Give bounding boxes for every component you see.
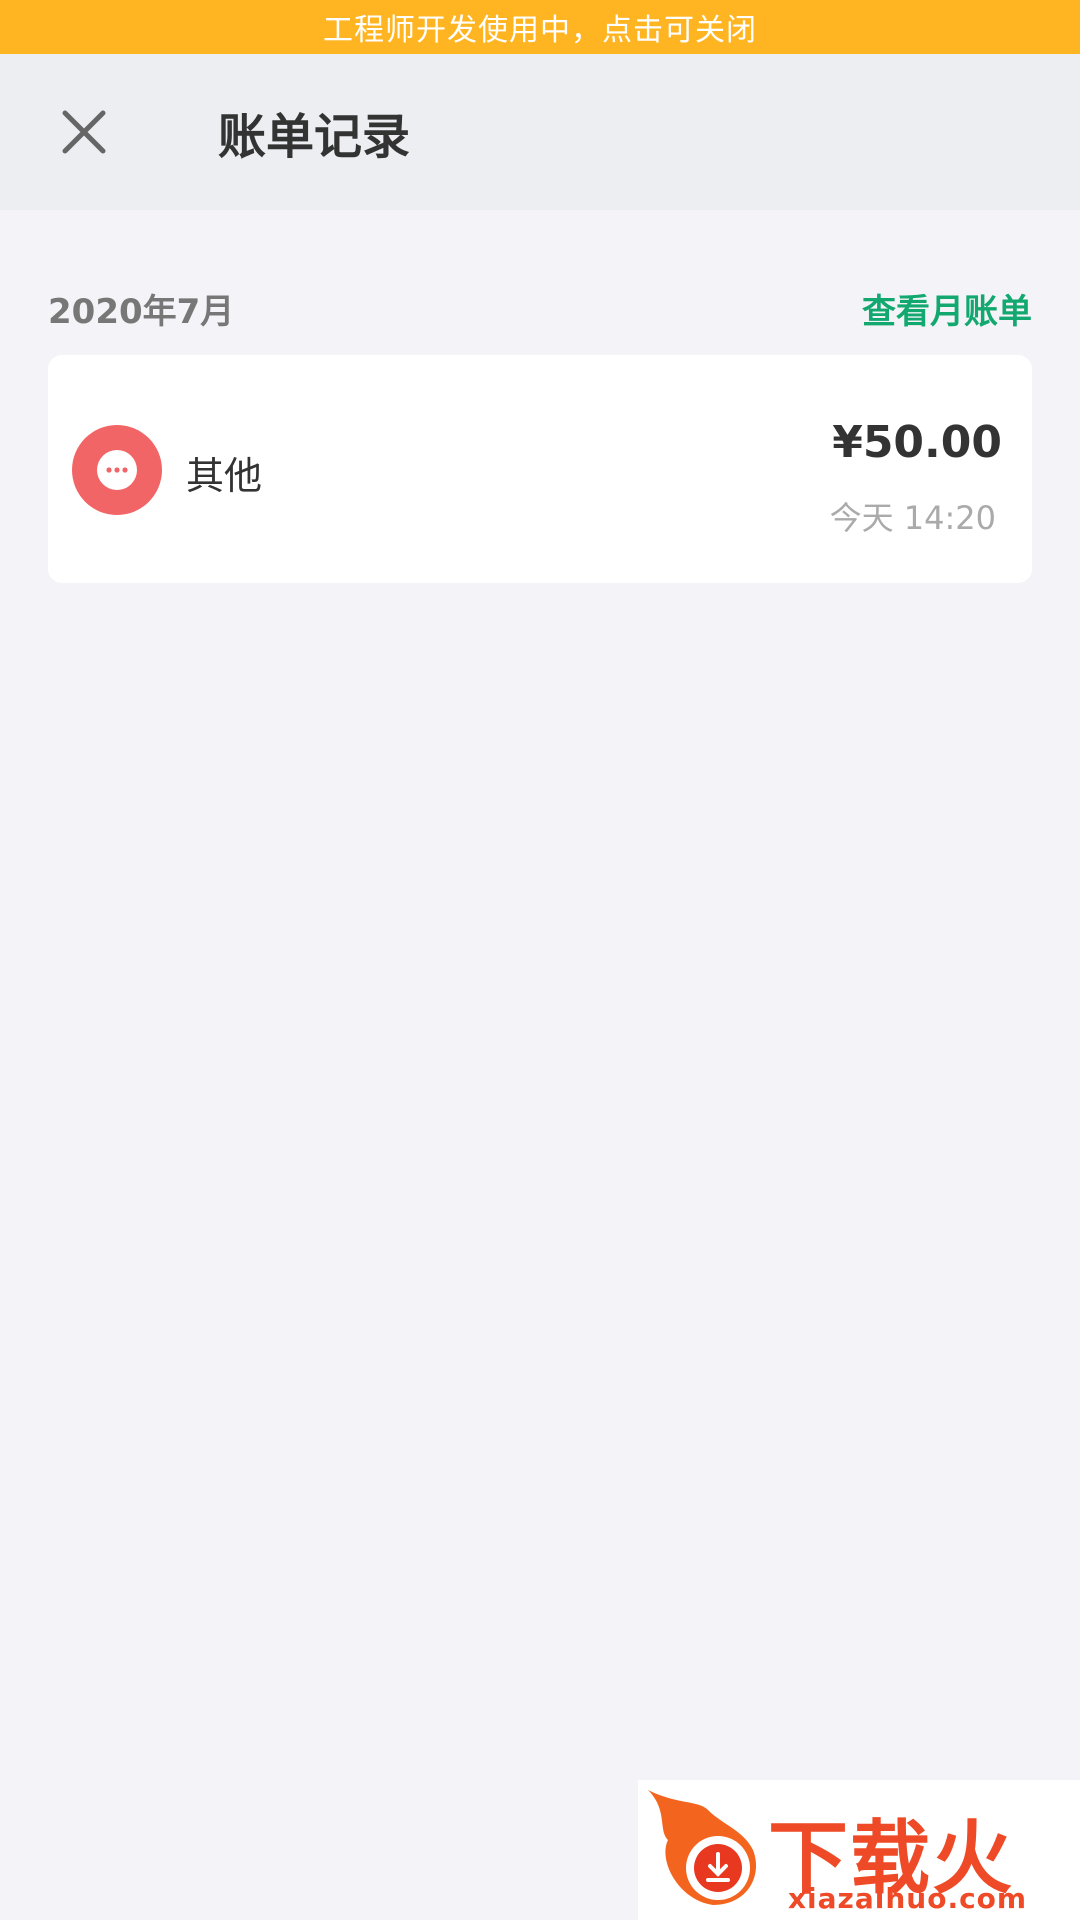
page-header: 账单记录 (0, 54, 1080, 210)
dev-mode-banner[interactable]: 工程师开发使用中，点击可关闭 (0, 0, 1080, 54)
watermark-url: xiazaihuo.com (788, 1882, 1028, 1915)
month-label: 2020年7月 (48, 291, 235, 332)
bill-record-item[interactable]: 其他 ¥50.00 今天 14:20 (48, 355, 1032, 583)
category-icon (72, 425, 162, 515)
category-name: 其他 (186, 454, 263, 498)
watermark-logo: 下载火 xiazaihuo.com (638, 1780, 1080, 1920)
record-amount: ¥50.00 (832, 417, 1002, 468)
more-dots-icon (97, 450, 137, 490)
flame-logo-icon (648, 1790, 757, 1905)
dots-glyph (106, 467, 128, 473)
record-time: 今天 14:20 (829, 499, 996, 537)
view-monthly-bill-link[interactable]: 查看月账单 (862, 284, 1032, 333)
dev-mode-banner-text: 工程师开发使用中，点击可关闭 (323, 13, 757, 48)
close-button[interactable] (56, 104, 112, 160)
month-group-header: 2020年7月 查看月账单 (48, 278, 1032, 338)
page-title: 账单记录 (218, 109, 411, 165)
close-icon (62, 110, 106, 154)
